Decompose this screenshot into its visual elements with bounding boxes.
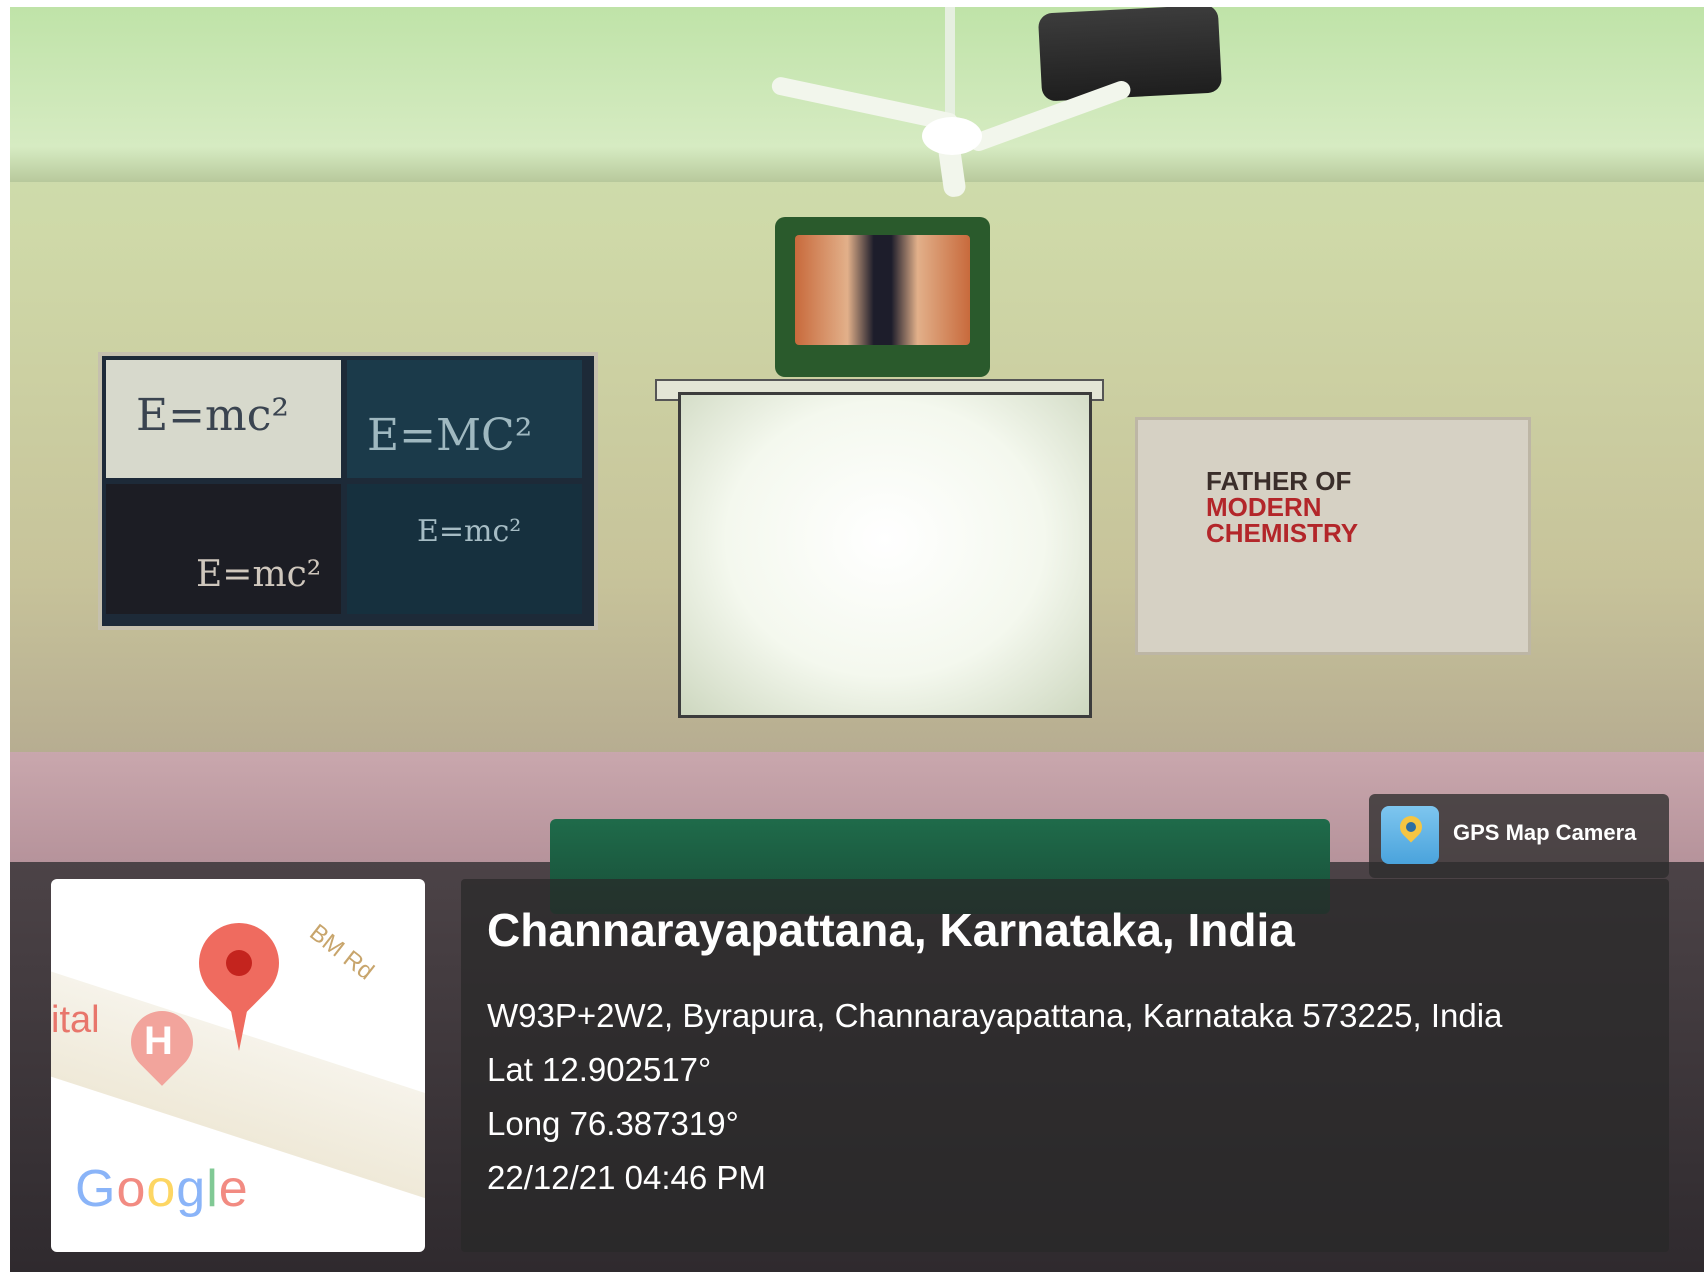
logo-letter: o [146, 1160, 177, 1218]
poster-panel: E=MC² [347, 360, 582, 478]
poster-title: FATHER OF MODERN CHEMISTRY [1206, 468, 1358, 546]
projector-screen [678, 392, 1092, 718]
framed-picture-image [795, 235, 970, 345]
map-thumbnail[interactable]: ital BM Rd H Google [51, 879, 425, 1252]
map-road-label: BM Rd [304, 919, 379, 986]
map-pin-icon [1381, 806, 1439, 864]
poster-panel: E=mc² [347, 484, 582, 614]
logo-letter: o [116, 1160, 147, 1218]
hospital-marker-letter: H [144, 1019, 173, 1063]
google-logo: Google [75, 1159, 249, 1219]
poster-title-line: MODERN [1206, 492, 1322, 522]
poster-equation: E=MC² [367, 410, 533, 461]
logo-letter: e [218, 1160, 249, 1218]
poster-emc2: E=mc² E=MC² E=mc² E=mc² [98, 352, 598, 630]
poster-title-line: CHEMISTRY [1206, 518, 1359, 548]
ceiling-fan-hub [922, 117, 982, 155]
poster-equation: E=mc² [417, 514, 522, 549]
location-latitude: Lat 12.902517° [487, 1051, 712, 1088]
ceiling-fan-rod [945, 7, 955, 127]
gps-icon-dot [1406, 822, 1416, 832]
framed-picture [775, 217, 990, 377]
poster-title-line: FATHER OF [1206, 466, 1352, 496]
poster-lavoisier: FATHER OF MODERN CHEMISTRY [1135, 417, 1531, 655]
logo-letter: G [75, 1160, 117, 1218]
location-title: Channarayapattana, Karnataka, India [487, 904, 1295, 956]
gps-map-camera-badge: GPS Map Camera [1369, 794, 1669, 878]
poster-panel: E=mc² [106, 484, 341, 614]
location-pin-tail [227, 991, 251, 1051]
gps-badge-label: GPS Map Camera [1453, 820, 1637, 845]
location-longitude: Long 76.387319° [487, 1105, 739, 1142]
location-address: W93P+2W2, Byrapura, Channarayapattana, K… [487, 997, 1503, 1034]
map-hospital-label: ital [51, 999, 100, 1041]
location-pin-dot [226, 950, 252, 976]
poster-equation: E=mc² [136, 390, 289, 441]
poster-panel: E=mc² [106, 360, 341, 478]
location-info-panel: Channarayapattana, Karnataka, India W93P… [461, 879, 1669, 1252]
logo-letter: g [176, 1160, 207, 1218]
poster-equation: E=mc² [196, 554, 322, 595]
logo-letter: l [206, 1160, 219, 1218]
location-datetime: 22/12/21 04:46 PM [487, 1159, 766, 1196]
